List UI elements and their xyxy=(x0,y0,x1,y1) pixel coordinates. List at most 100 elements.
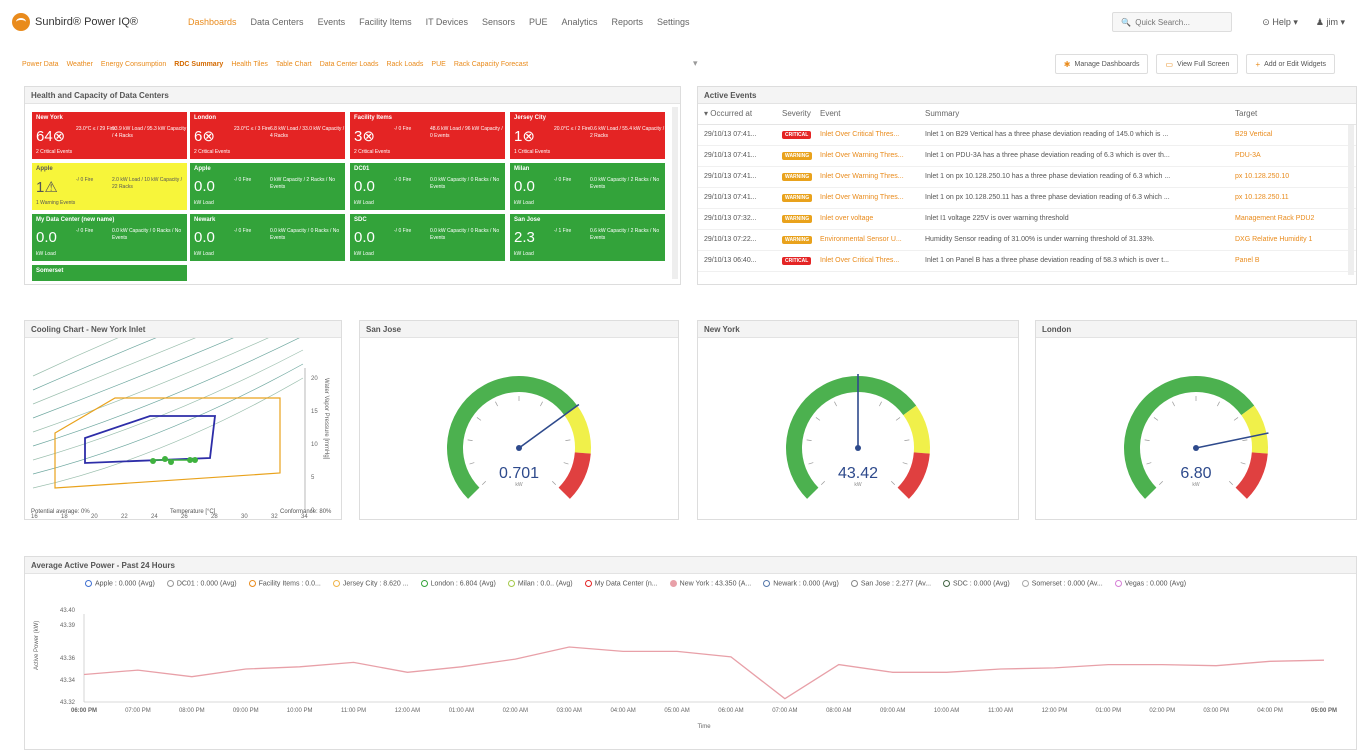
dashboard-tab-6[interactable]: Data Center Loads xyxy=(320,61,379,68)
manage-dashboards-button[interactable]: ✱ Manage Dashboards xyxy=(1054,54,1149,74)
legend-label: Facility Items : 0.0... xyxy=(258,580,321,588)
dashboard-tab-5[interactable]: Table Chart xyxy=(276,61,312,68)
event-target-link[interactable]: Management Rack PDU2 xyxy=(1235,215,1314,222)
nav-item-4[interactable]: IT Devices xyxy=(426,17,468,27)
nav-item-1[interactable]: Data Centers xyxy=(251,17,304,27)
event-row[interactable]: 29/10/13 07:41... WARNING Inlet Over Warni… xyxy=(698,166,1356,188)
tile-capacity: 6.8 kW Load / 33.0 kW Capacity / 4 Racks xyxy=(270,126,345,139)
health-tile[interactable]: Somerset xyxy=(32,265,187,281)
nav-item-5[interactable]: Sensors xyxy=(482,17,515,27)
events-col-header[interactable]: Event xyxy=(814,104,919,125)
health-tile[interactable]: My Data Center (new name) 0.0 kW Load -/ 0 … xyxy=(32,214,187,261)
quick-search[interactable]: 🔍 xyxy=(1112,12,1233,32)
legend-item[interactable]: Newark : 0.000 (Avg) xyxy=(763,580,839,587)
health-tile[interactable]: Apple 1⚠ 1 Warning Events -/ 0 Fire 2.0 kW L… xyxy=(32,163,187,210)
add-edit-widgets-label: Add or Edit Widgets xyxy=(1264,60,1326,68)
event-link[interactable]: Inlet Over Critical Thres... xyxy=(820,257,899,264)
dashboard-tab-1[interactable]: Weather xyxy=(67,61,93,68)
event-row[interactable]: 29/10/13 07:41... WARNING Inlet Over Warni… xyxy=(698,187,1356,209)
event-link[interactable]: Inlet Over Warning Thres... xyxy=(820,152,904,159)
gauge-tick xyxy=(834,401,837,407)
legend-marker-icon xyxy=(943,580,951,587)
nav-item-0[interactable]: Dashboards xyxy=(188,17,237,27)
event-row[interactable]: 29/10/13 07:41... CRITICAL Inlet Over Crit… xyxy=(698,124,1356,146)
user-menu[interactable]: ♟ jim ▾ xyxy=(1316,17,1345,28)
legend-item[interactable]: Somerset : 0.000 (Av... xyxy=(1021,580,1103,587)
events-col-header[interactable]: Target xyxy=(1229,104,1356,125)
dashboard-tab-0[interactable]: Power Data xyxy=(22,61,59,68)
health-tile[interactable]: Facility Items 3⊗ 2 Critical Events -/ 0 Fi… xyxy=(350,112,505,159)
event-target-link[interactable]: px 10.128.250.11 xyxy=(1235,194,1289,201)
search-input[interactable] xyxy=(1135,17,1216,27)
dashboard-tab-3[interactable]: RDC Summary xyxy=(174,61,223,68)
legend-item[interactable]: My Data Center (n... xyxy=(584,580,658,587)
events-col-header[interactable]: Severity xyxy=(776,104,814,125)
nav-item-8[interactable]: Reports xyxy=(612,17,644,27)
event-link[interactable]: Inlet Over Critical Thres... xyxy=(820,131,899,138)
event-target-link[interactable]: B29 Vertical xyxy=(1235,131,1272,138)
dashboard-tab-7[interactable]: Rack Loads xyxy=(386,61,423,68)
help-menu[interactable]: ⊙ Help ▾ xyxy=(1262,17,1298,28)
legend-item[interactable]: Vegas : 0.000 (Avg) xyxy=(1114,580,1186,587)
dashboard-tab-2[interactable]: Energy Consumption xyxy=(101,61,166,68)
legend-label: Jersey City : 8.620 ... xyxy=(342,580,409,588)
health-tile[interactable]: New York 64⊗ 2 Critical Events 23.0°C ≤ / 2… xyxy=(32,112,187,159)
nav-item-6[interactable]: PUE xyxy=(529,17,548,27)
event-link[interactable]: Inlet over voltage xyxy=(820,215,873,222)
nav-item-3[interactable]: Facility Items xyxy=(359,17,412,27)
dashboard-tab-8[interactable]: PUE xyxy=(431,61,445,68)
events-scrollbar[interactable] xyxy=(1348,125,1354,275)
legend-marker-icon xyxy=(332,580,340,587)
health-tile[interactable]: Newark 0.0 kW Load -/ 0 Fire 0.0 kW Capacity… xyxy=(190,214,345,261)
gauge-tick xyxy=(1242,439,1248,441)
legend-item[interactable]: Jersey City : 8.620 ... xyxy=(332,580,409,588)
dashboard-tab-9[interactable]: Rack Capacity Forecast xyxy=(454,61,528,68)
health-tile[interactable]: London 6⊗ 2 Critical Events 23.0°C ≤ / 3 Fi… xyxy=(190,112,345,159)
event-row[interactable]: 29/10/13 06:40... CRITICAL Inlet Over Crit… xyxy=(698,250,1356,272)
dashboard-tab-4[interactable]: Health Tiles xyxy=(231,61,268,68)
health-scrollbar[interactable] xyxy=(672,107,678,279)
user-label: jim xyxy=(1326,16,1338,27)
legend-marker-icon xyxy=(850,580,858,587)
event-row[interactable]: 29/10/13 07:41... WARNING Inlet Over Warni… xyxy=(698,145,1356,167)
event-row[interactable]: 29/10/13 07:22... WARNING Environmental Se… xyxy=(698,229,1356,251)
health-tile[interactable]: Milan 0.0 kW Load -/ 0 Fire 0.0 kW Capacity … xyxy=(510,163,665,210)
legend-item[interactable]: DC01 : 0.000 (Avg) xyxy=(166,580,237,587)
event-target-link[interactable]: Panel B xyxy=(1235,257,1260,264)
event-link[interactable]: Environmental Sensor U... xyxy=(820,236,902,243)
gauge-tick xyxy=(808,462,814,465)
legend-item[interactable]: Apple : 0.000 (Avg) xyxy=(85,580,155,587)
legend-item[interactable]: Facility Items : 0.0... xyxy=(248,580,321,588)
event-target-link[interactable]: px 10.128.250.10 xyxy=(1235,173,1289,180)
health-tile[interactable]: Jersey City 1⊗ 1 Critical Events 20.0°C ≤ /… xyxy=(510,112,665,159)
event-link[interactable]: Inlet Over Warning Thres... xyxy=(820,194,904,201)
power-x-tick: 12:00 AM xyxy=(395,708,420,714)
legend-item[interactable]: New York : 43.350 (A... xyxy=(669,580,751,587)
legend-item[interactable]: Milan : 0.0.. (Avg) xyxy=(507,580,573,587)
nav-item-7[interactable]: Analytics xyxy=(562,17,598,27)
gauge-tick xyxy=(1233,417,1239,421)
gauge-title-0: San Jose xyxy=(360,321,678,338)
events-col-header[interactable]: ▾ Occurred at xyxy=(698,104,776,125)
logo[interactable]: Sunbird® Power IQ® xyxy=(12,13,182,31)
legend-item[interactable]: SDC : 0.000 (Avg) xyxy=(943,580,1010,587)
gauge-tick xyxy=(904,439,910,441)
health-tile[interactable]: SDC 0.0 kW Load -/ 0 Fire 0.0 kW Capacity / … xyxy=(350,214,505,261)
nav-item-9[interactable]: Settings xyxy=(657,17,690,27)
events-col-label: Event xyxy=(820,109,841,119)
legend-item[interactable]: London : 6.804 (Avg) xyxy=(420,580,496,587)
add-edit-widgets-button[interactable]: + Add or Edit Widgets xyxy=(1246,54,1335,74)
health-tile[interactable]: San Jose 2.3 kW Load -/ 1 Fire 0.6 kW Capaci… xyxy=(510,214,665,261)
recommended-range xyxy=(84,415,217,464)
health-tile[interactable]: DC01 0.0 kW Load -/ 0 Fire 0.0 kW Capacity /… xyxy=(350,163,505,210)
event-target-link[interactable]: DXG Relative Humidity 1 xyxy=(1235,236,1312,243)
nav-item-2[interactable]: Events xyxy=(318,17,346,27)
health-tile[interactable]: Apple 0.0 kW Load -/ 0 Fire 0 kW Capacity / … xyxy=(190,163,345,210)
tabs-overflow-icon[interactable]: ▾ xyxy=(693,58,698,69)
event-row[interactable]: 29/10/13 07:32... WARNING Inlet over volta… xyxy=(698,208,1356,230)
events-col-header[interactable]: Summary xyxy=(919,104,1229,125)
event-target-link[interactable]: PDU-3A xyxy=(1235,152,1261,159)
view-full-screen-button[interactable]: ▭ View Full Screen xyxy=(1156,54,1239,74)
legend-item[interactable]: San Jose : 2.277 (Av... xyxy=(850,580,931,587)
event-link[interactable]: Inlet Over Warning Thres... xyxy=(820,173,904,180)
